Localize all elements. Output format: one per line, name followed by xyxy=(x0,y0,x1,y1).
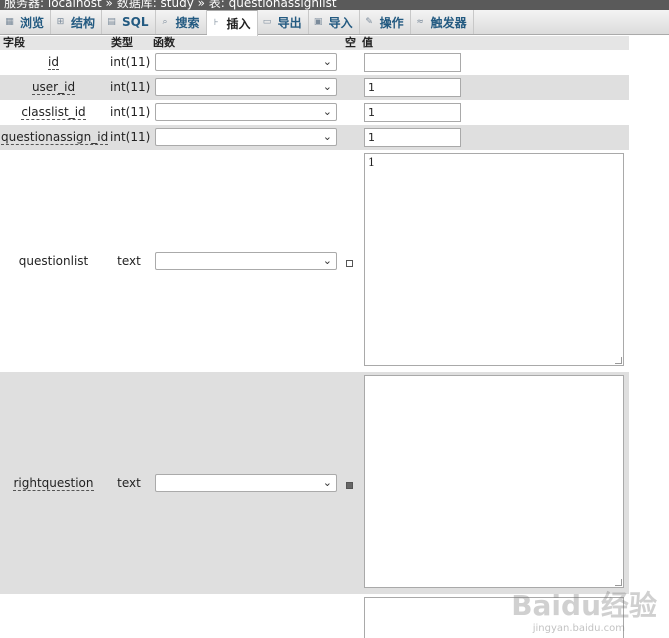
null-checkbox[interactable] xyxy=(346,260,353,267)
field-type: int(11) xyxy=(110,130,151,144)
table-row: rightquestion text ⌄ xyxy=(0,372,629,594)
header-value: 值 xyxy=(362,36,373,49)
import-icon: ▣ xyxy=(313,16,323,27)
chevron-down-icon: ⌄ xyxy=(322,105,332,118)
insert-icon: ⊦ xyxy=(213,18,219,28)
function-select[interactable]: ⌄ xyxy=(155,474,337,492)
function-select[interactable]: ⌄ xyxy=(155,78,337,96)
field-name: classlist_id xyxy=(21,105,86,120)
column-header: 字段 类型 函数 空 值 xyxy=(0,36,629,50)
tab-import[interactable]: ▣ 导入 xyxy=(309,10,360,34)
value-input[interactable]: 1 xyxy=(364,128,461,147)
resize-grip-icon[interactable] xyxy=(615,357,622,364)
field-name: questionlist xyxy=(18,254,89,268)
chevron-down-icon: ⌄ xyxy=(322,80,332,93)
tab-bar: ▦ 浏览 ⊞ 结构 ▤ SQL ⌕ 搜索 ⊦ 插入 ▭ 导出 ▣ 导入 ✎ 操作 ≈ 触发器 xyxy=(0,10,669,36)
chevron-down-icon: ⌄ xyxy=(322,476,332,489)
field-type: int(11) xyxy=(110,80,151,94)
value-textarea[interactable] xyxy=(364,375,624,588)
field-type: text xyxy=(117,254,141,268)
function-select[interactable]: ⌄ xyxy=(155,103,337,121)
baidu-watermark-url: jingyan.baidu.com xyxy=(532,623,625,634)
sql-icon: ▤ xyxy=(107,16,116,27)
null-checkbox[interactable] xyxy=(346,482,353,489)
tab-insert[interactable]: ⊦ 插入 xyxy=(206,10,258,36)
structure-icon: ⊞ xyxy=(56,16,65,27)
header-function: 函数 xyxy=(153,36,175,49)
table-row: questionlist text ⌄ 1 xyxy=(0,150,629,372)
baidu-watermark-logo: Baidu经验 xyxy=(511,589,657,622)
field-name: questionassign_id xyxy=(1,130,109,145)
value-input[interactable] xyxy=(364,53,461,72)
field-name: id xyxy=(48,55,59,70)
tab-structure[interactable]: ⊞ 结构 xyxy=(51,10,103,34)
search-icon: ⌕ xyxy=(162,16,168,27)
chevron-down-icon: ⌄ xyxy=(322,254,332,267)
field-type: int(11) xyxy=(110,55,151,69)
field-type: text xyxy=(117,476,141,490)
triggers-icon: ≈ xyxy=(416,16,424,27)
field-name: rightquestion xyxy=(13,476,94,491)
function-select[interactable]: ⌄ xyxy=(155,252,337,270)
table-row: questionassign_id int(11) ⌄ 1 xyxy=(0,125,629,150)
table-row: classlist_id int(11) ⌄ 1 xyxy=(0,100,629,125)
field-type: int(11) xyxy=(110,105,151,119)
value-textarea[interactable]: 1 xyxy=(364,153,624,366)
tab-browse[interactable]: ▦ 浏览 xyxy=(0,10,52,34)
breadcrumb: 服务器: localhost » 数据库: study » 表: questio… xyxy=(0,0,669,10)
browse-icon: ▦ xyxy=(5,16,14,27)
header-type: 类型 xyxy=(111,36,133,49)
value-input[interactable]: 1 xyxy=(364,78,461,97)
function-select[interactable]: ⌄ xyxy=(155,128,337,146)
table-row: id int(11) ⌄ xyxy=(0,50,629,75)
chevron-down-icon: ⌄ xyxy=(322,55,332,68)
value-input[interactable]: 1 xyxy=(364,103,461,122)
tab-search[interactable]: ⌕ 搜索 xyxy=(156,10,207,34)
header-null: 空 xyxy=(345,36,356,49)
tab-sql[interactable]: ▤ SQL xyxy=(102,10,156,34)
tab-export[interactable]: ▭ 导出 xyxy=(258,10,309,34)
tab-triggers[interactable]: ≈ 触发器 xyxy=(411,10,474,34)
chevron-down-icon: ⌄ xyxy=(322,130,332,143)
operations-icon: ✎ xyxy=(365,16,373,27)
export-icon: ▭ xyxy=(262,16,272,27)
field-name: user_id xyxy=(31,80,76,95)
table-row: user_id int(11) ⌄ 1 xyxy=(0,75,629,100)
tab-operations[interactable]: ✎ 操作 xyxy=(360,10,411,34)
header-field: 字段 xyxy=(3,36,25,49)
function-select[interactable]: ⌄ xyxy=(155,53,337,71)
